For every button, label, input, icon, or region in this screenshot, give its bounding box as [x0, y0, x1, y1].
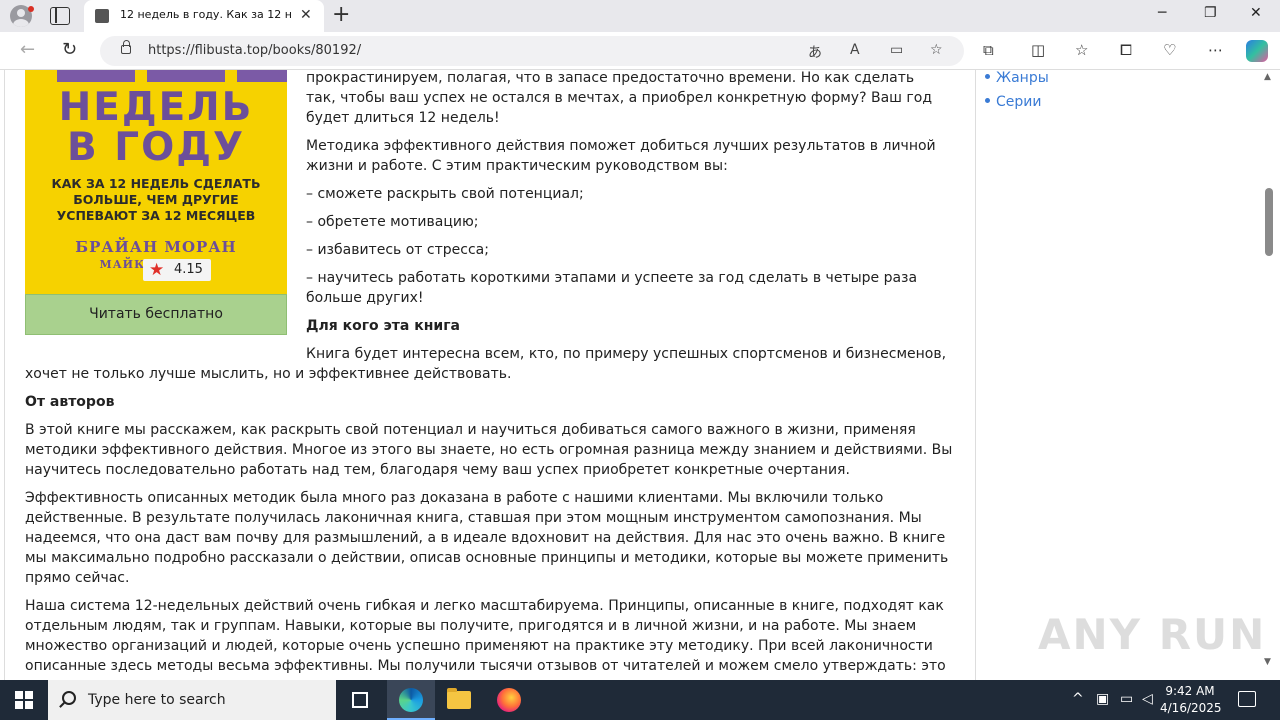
- address-field[interactable]: https://flibusta.top/books/80192/ あ A ▭ …: [100, 36, 964, 66]
- cover-subtitle-line: КАК ЗА 12 НЕДЕЛЬ СДЕЛАТЬ: [51, 176, 261, 191]
- main-content: НЕДЕЛЬ В ГОДУ КАК ЗА 12 НЕДЕЛЬ СДЕЛАТЬ Б…: [4, 70, 976, 680]
- bullet-icon: [985, 97, 990, 103]
- vertical-scrollbar[interactable]: ▲ ▼: [1262, 70, 1276, 680]
- benefit-item: – избавитесь от стресса;: [306, 242, 489, 258]
- search-placeholder: Type here to search: [88, 692, 226, 708]
- rating-badge: ★ 4.15: [143, 259, 211, 281]
- refresh-icon[interactable]: ↻: [62, 40, 77, 60]
- search-icon: [62, 691, 76, 705]
- tab-actions-icon[interactable]: [50, 7, 70, 25]
- maximize-button[interactable]: ❐: [1204, 5, 1217, 21]
- section-heading: Для кого эта книга: [306, 318, 460, 334]
- clock-time: 9:42 AM: [1165, 684, 1215, 698]
- extensions-icon[interactable]: ⧉: [983, 41, 994, 59]
- immersive-reader-icon[interactable]: ▭: [890, 42, 903, 58]
- description-paragraph: Наша система 12-недельных действий очень…: [25, 598, 946, 674]
- star-icon: ★: [149, 260, 165, 280]
- address-toolbar: ← ↻ https://flibusta.top/books/80192/ あ …: [0, 32, 1280, 70]
- sidebar-item-label[interactable]: Жанры: [996, 70, 1049, 86]
- cover-decor: [57, 70, 135, 82]
- rating-value: 4.15: [174, 262, 203, 277]
- section-heading: От авторов: [25, 394, 115, 410]
- firefox-icon: [497, 688, 521, 712]
- sidebar: Жанры Серии: [977, 70, 1260, 680]
- watermark-logo: ANY RUN: [1038, 610, 1267, 659]
- task-view-icon: [352, 692, 368, 708]
- cover-subtitle-line: УСПЕВАЮТ ЗА 12 МЕСЯЦЕВ: [56, 208, 256, 223]
- taskbar-explorer-button[interactable]: [435, 680, 483, 720]
- favorites-icon[interactable]: ☆: [1075, 41, 1088, 59]
- translate-icon[interactable]: あ: [808, 42, 822, 62]
- split-screen-icon[interactable]: ◫: [1031, 41, 1045, 59]
- description-paragraph: Эффективность описанных методик была мно…: [25, 490, 949, 586]
- cover-subtitle: КАК ЗА 12 НЕДЕЛЬ СДЕЛАТЬ БОЛЬШЕ, ЧЕМ ДРУ…: [25, 176, 287, 224]
- cover-title-line: В ГОДУ: [66, 125, 246, 170]
- description-paragraph: Методика эффективного действия поможет д…: [306, 138, 936, 174]
- cover-decor: [237, 70, 287, 82]
- description-paragraph: прокрастинируем, полагая, что в запасе п…: [306, 70, 933, 126]
- cover-title-line: НЕДЕЛЬ: [58, 85, 254, 130]
- site-favicon-icon: [95, 9, 109, 23]
- taskbar-firefox-button[interactable]: [485, 680, 533, 720]
- taskbar-edge-button[interactable]: [387, 680, 435, 720]
- benefit-item: – научитесь работать короткими этапами и…: [306, 270, 918, 306]
- clock-date: 4/16/2025: [1160, 701, 1222, 715]
- task-view-button[interactable]: [336, 680, 384, 720]
- network-icon[interactable]: ▭: [1120, 691, 1133, 707]
- tab-bar: 12 недель в году. Как за 12 неде ✕ + ─ ❐…: [0, 0, 1280, 32]
- page-viewport: НЕДЕЛЬ В ГОДУ КАК ЗА 12 НЕДЕЛЬ СДЕЛАТЬ Б…: [0, 70, 1280, 680]
- notifications-icon[interactable]: [1238, 691, 1256, 707]
- copilot-icon[interactable]: [1246, 40, 1268, 62]
- tab-active[interactable]: 12 недель в году. Как за 12 неде ✕: [84, 0, 324, 32]
- edge-icon: [399, 688, 423, 712]
- scroll-up-arrow-icon[interactable]: ▲: [1264, 72, 1271, 82]
- new-tab-button[interactable]: +: [332, 3, 350, 27]
- profile-notification-dot: [28, 6, 34, 12]
- benefit-item: – обретете мотивацию;: [306, 214, 479, 230]
- tab-title: 12 недель в году. Как за 12 неде: [120, 8, 292, 21]
- tab-close-icon[interactable]: ✕: [300, 7, 312, 23]
- book-cover-image[interactable]: НЕДЕЛЬ В ГОДУ КАК ЗА 12 НЕДЕЛЬ СДЕЛАТЬ Б…: [25, 70, 287, 294]
- sidebar-item-series[interactable]: Серии: [985, 92, 1041, 112]
- url-text[interactable]: https://flibusta.top/books/80192/: [148, 43, 361, 58]
- tray-device-icon[interactable]: ▣: [1096, 691, 1109, 707]
- back-arrow-icon[interactable]: ←: [20, 40, 35, 60]
- bullet-icon: [985, 73, 990, 79]
- collections-icon[interactable]: ⧠: [1120, 41, 1132, 59]
- read-aloud-icon[interactable]: A: [850, 42, 860, 58]
- close-window-button[interactable]: ✕: [1250, 5, 1262, 21]
- browser-essentials-icon[interactable]: ♡: [1163, 41, 1176, 59]
- cover-subtitle-line: БОЛЬШЕ, ЧЕМ ДРУГИЕ: [73, 192, 239, 207]
- taskbar-search-input[interactable]: Type here to search: [48, 680, 336, 720]
- more-menu-icon[interactable]: ⋯: [1208, 41, 1223, 59]
- description-paragraph: В этой книге мы расскажем, как раскрыть …: [25, 422, 953, 478]
- volume-icon[interactable]: ◁: [1142, 691, 1153, 707]
- sidebar-item-label[interactable]: Серии: [996, 94, 1041, 110]
- favorite-star-icon[interactable]: ☆: [930, 42, 943, 58]
- description-paragraph: хочет не только лучше мыслить, но и эффе…: [25, 366, 512, 382]
- cover-decor: [147, 70, 225, 82]
- benefit-item: – сможете раскрыть свой потенциал;: [306, 186, 584, 202]
- lock-icon[interactable]: [121, 40, 131, 54]
- windows-start-icon[interactable]: [15, 691, 33, 709]
- read-free-button[interactable]: Читать бесплатно: [25, 294, 287, 335]
- folder-icon: [447, 688, 471, 709]
- sidebar-item-genres[interactable]: Жанры: [985, 70, 1049, 88]
- taskbar: Type here to search ^ ▣ ▭ ◁ 9:42 AM 4/16…: [0, 680, 1280, 720]
- description-paragraph: Книга будет интересна всем, кто, по прим…: [306, 346, 947, 362]
- tray-chevron-up-icon[interactable]: ^: [1072, 691, 1084, 707]
- taskbar-clock[interactable]: 9:42 AM 4/16/2025: [1160, 683, 1222, 717]
- cover-author: БРАЙАН МОРАН: [75, 238, 237, 256]
- minimize-button[interactable]: ─: [1158, 5, 1166, 21]
- scrollbar-thumb[interactable]: [1265, 188, 1273, 256]
